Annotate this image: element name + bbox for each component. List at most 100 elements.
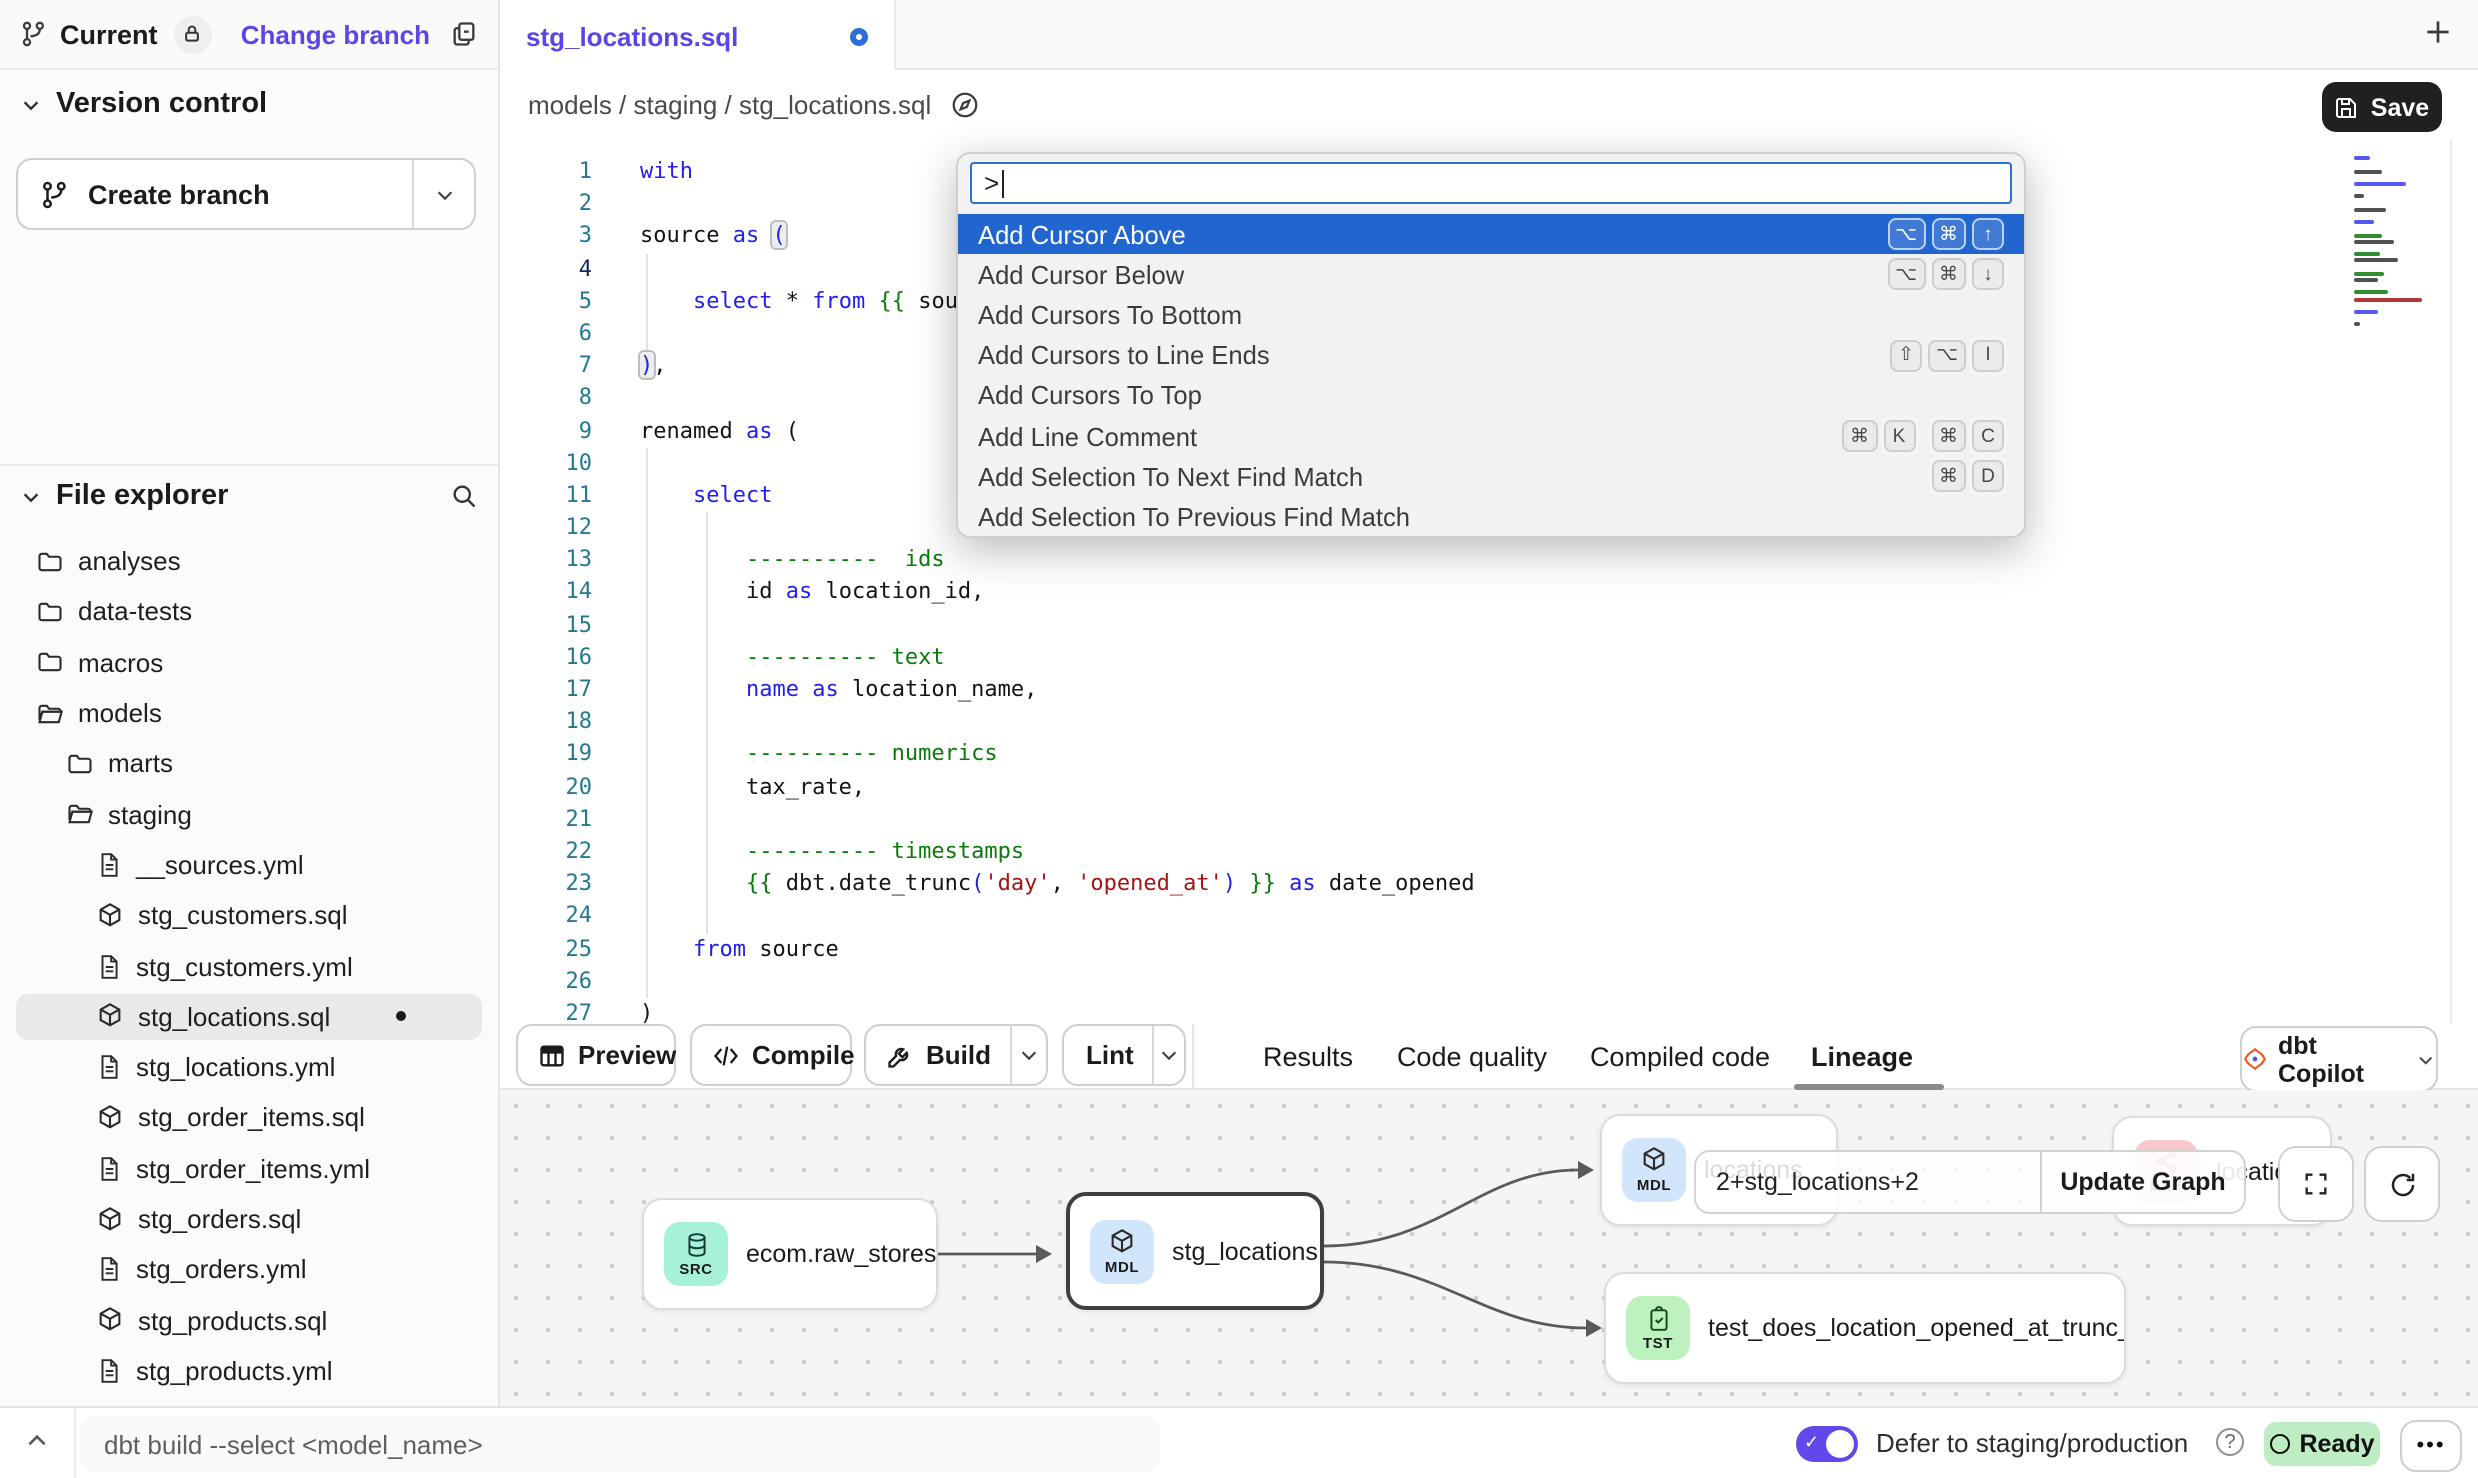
palette-item-label: Add Cursor Above bbox=[978, 219, 1186, 249]
palette-item[interactable]: Add Selection To Previous Find Match bbox=[958, 497, 2024, 537]
palette-item[interactable]: Add Cursors to Line Ends⇧⌥I bbox=[958, 335, 2024, 375]
defer-toggle[interactable]: ✓ bbox=[1796, 1426, 1858, 1462]
compile-label: Compile bbox=[752, 1040, 855, 1070]
tree-item[interactable]: __sources.yml bbox=[0, 840, 498, 891]
line-number: 8 bbox=[500, 383, 592, 415]
tree-item[interactable]: models bbox=[0, 688, 498, 739]
command-input[interactable]: dbt build --select <model_name> bbox=[80, 1416, 1160, 1472]
bottom-toolbar: Preview Compile Build Lint Results Code q… bbox=[500, 1024, 2478, 1090]
lineage-node-label: test_does_location_opened_at_trunc_t… bbox=[1708, 1314, 2124, 1342]
divider bbox=[1192, 1024, 1194, 1088]
panel-tab-lineage[interactable]: Lineage bbox=[1811, 1024, 1913, 1090]
chevron-down-icon bbox=[2417, 1049, 2437, 1069]
create-branch-dropdown[interactable] bbox=[412, 160, 474, 228]
command-palette-input[interactable]: > bbox=[970, 162, 2012, 204]
git-branch-icon bbox=[20, 20, 48, 48]
folder-icon bbox=[36, 648, 64, 676]
compass-icon[interactable] bbox=[949, 90, 979, 120]
tree-item[interactable]: marts bbox=[0, 738, 498, 789]
chevron-down-icon bbox=[20, 485, 42, 507]
tree-item[interactable]: analyses bbox=[0, 536, 498, 587]
lineage-node-test[interactable]: TSTtest_does_location_opened_at_trunc_t… bbox=[1604, 1272, 2126, 1384]
line-number: 26 bbox=[500, 965, 592, 997]
code-line: 24 bbox=[500, 901, 2478, 933]
lineage-canvas[interactable]: SRCecom.raw_storesMDLstg_locationsMDLloc… bbox=[500, 1090, 2478, 1406]
line-number: 2 bbox=[500, 188, 592, 220]
help-icon[interactable]: ? bbox=[2216, 1428, 2244, 1456]
tree-item-label: models bbox=[78, 698, 162, 728]
tree-item[interactable]: stg_customers.yml bbox=[0, 941, 498, 992]
src-badge: SRC bbox=[664, 1222, 728, 1286]
refresh-button[interactable] bbox=[2364, 1146, 2440, 1222]
search-icon[interactable] bbox=[450, 482, 478, 510]
code-line: 18 bbox=[500, 706, 2478, 738]
panel-tab-compiled-code[interactable]: Compiled code bbox=[1590, 1024, 1770, 1090]
tree-item[interactable]: stg_locations.yml bbox=[0, 1042, 498, 1093]
tree-item-label: __sources.yml bbox=[136, 850, 304, 880]
keycap: ⌘ bbox=[1931, 460, 1966, 492]
tree-item-label: stg_locations.yml bbox=[136, 1052, 335, 1082]
line-number: 20 bbox=[500, 771, 592, 803]
tab-stg-locations[interactable]: stg_locations.sql bbox=[500, 0, 896, 72]
line-number: 12 bbox=[500, 512, 592, 544]
tree-item[interactable]: stg_locations.sql bbox=[0, 991, 498, 1042]
code-line: 15 bbox=[500, 609, 2478, 641]
palette-item[interactable]: Add Cursors To Top bbox=[958, 376, 2024, 416]
panel-tab-code-quality[interactable]: Code quality bbox=[1397, 1024, 1547, 1090]
mdl-badge: MDL bbox=[1090, 1219, 1154, 1283]
lineage-node-raw-stores[interactable]: SRCecom.raw_stores bbox=[642, 1198, 938, 1310]
compile-button[interactable]: Compile bbox=[690, 1024, 852, 1086]
lint-label: Lint bbox=[1086, 1040, 1134, 1070]
palette-item[interactable]: Add Selection To Next Find Match bbox=[958, 537, 2024, 538]
lineage-search-input[interactable]: 2+stg_locations+2 bbox=[1696, 1152, 2040, 1212]
change-branch-link[interactable]: Change branch bbox=[241, 19, 430, 49]
file-explorer-header[interactable]: File explorer bbox=[20, 480, 478, 512]
build-dropdown[interactable] bbox=[1009, 1026, 1046, 1084]
tree-item[interactable]: stg_products.yml bbox=[0, 1346, 498, 1397]
palette-item[interactable]: Add Selection To Next Find Match⌘D bbox=[958, 456, 2024, 496]
copy-icon[interactable] bbox=[450, 20, 478, 48]
tree-item[interactable]: stg_customers.sql bbox=[0, 890, 498, 941]
tree-item[interactable]: stg_products.sql bbox=[0, 1295, 498, 1346]
file-icon bbox=[96, 953, 122, 979]
minimap-line bbox=[2354, 233, 2382, 237]
fullscreen-button[interactable] bbox=[2278, 1146, 2354, 1222]
tree-item-label: data-tests bbox=[78, 597, 192, 627]
new-tab-button[interactable] bbox=[2422, 16, 2454, 48]
panel-tab-results[interactable]: Results bbox=[1263, 1024, 1353, 1090]
lint-dropdown[interactable] bbox=[1152, 1026, 1184, 1084]
line-number: 5 bbox=[500, 286, 592, 318]
update-graph-button[interactable]: Update Graph bbox=[2040, 1152, 2244, 1212]
palette-item[interactable]: Add Cursor Above⌥⌘↑ bbox=[958, 214, 2024, 254]
palette-item[interactable]: Add Cursors To Bottom bbox=[958, 295, 2024, 335]
tree-item[interactable]: stg_order_items.sql bbox=[0, 1093, 498, 1144]
save-button[interactable]: Save bbox=[2322, 82, 2442, 132]
tree-item[interactable]: macros bbox=[0, 637, 498, 688]
tree-item-label: staging bbox=[108, 799, 192, 829]
more-menu-button[interactable]: ••• bbox=[2400, 1420, 2462, 1472]
code-line: 26 bbox=[500, 965, 2478, 997]
minimap-line bbox=[2354, 297, 2422, 301]
cube-icon bbox=[96, 1205, 124, 1233]
create-branch-button[interactable]: Create branch bbox=[16, 158, 476, 230]
folder-open-icon bbox=[66, 800, 94, 828]
toggle-knob bbox=[1826, 1430, 1854, 1458]
tree-item[interactable]: staging bbox=[0, 789, 498, 840]
tree-item[interactable]: data-tests bbox=[0, 587, 498, 638]
version-control-header[interactable]: Version control bbox=[20, 88, 267, 120]
tree-item[interactable]: stg_order_items.yml bbox=[0, 1143, 498, 1194]
status-bar: dbt build --select <model_name> ✓ Defer … bbox=[0, 1406, 2478, 1478]
palette-item[interactable]: Add Line Comment⌘K⌘C bbox=[958, 416, 2024, 456]
lineage-node-stg-locations[interactable]: MDLstg_locations bbox=[1066, 1192, 1324, 1310]
line-number: 11 bbox=[500, 480, 592, 512]
lint-button[interactable]: Lint bbox=[1062, 1024, 1186, 1086]
palette-item[interactable]: Add Cursor Below⌥⌘↓ bbox=[958, 254, 2024, 294]
tree-item[interactable]: stg_orders.sql bbox=[0, 1194, 498, 1245]
tree-item[interactable]: stg_orders.yml bbox=[0, 1244, 498, 1295]
palette-query: > bbox=[984, 168, 999, 198]
preview-button[interactable]: Preview bbox=[516, 1024, 676, 1086]
expand-panel-icon[interactable] bbox=[24, 1428, 50, 1454]
dbt-copilot-button[interactable]: dbt Copilot bbox=[2240, 1026, 2438, 1092]
build-button[interactable]: Build bbox=[864, 1024, 1048, 1086]
file-icon bbox=[96, 1257, 122, 1283]
